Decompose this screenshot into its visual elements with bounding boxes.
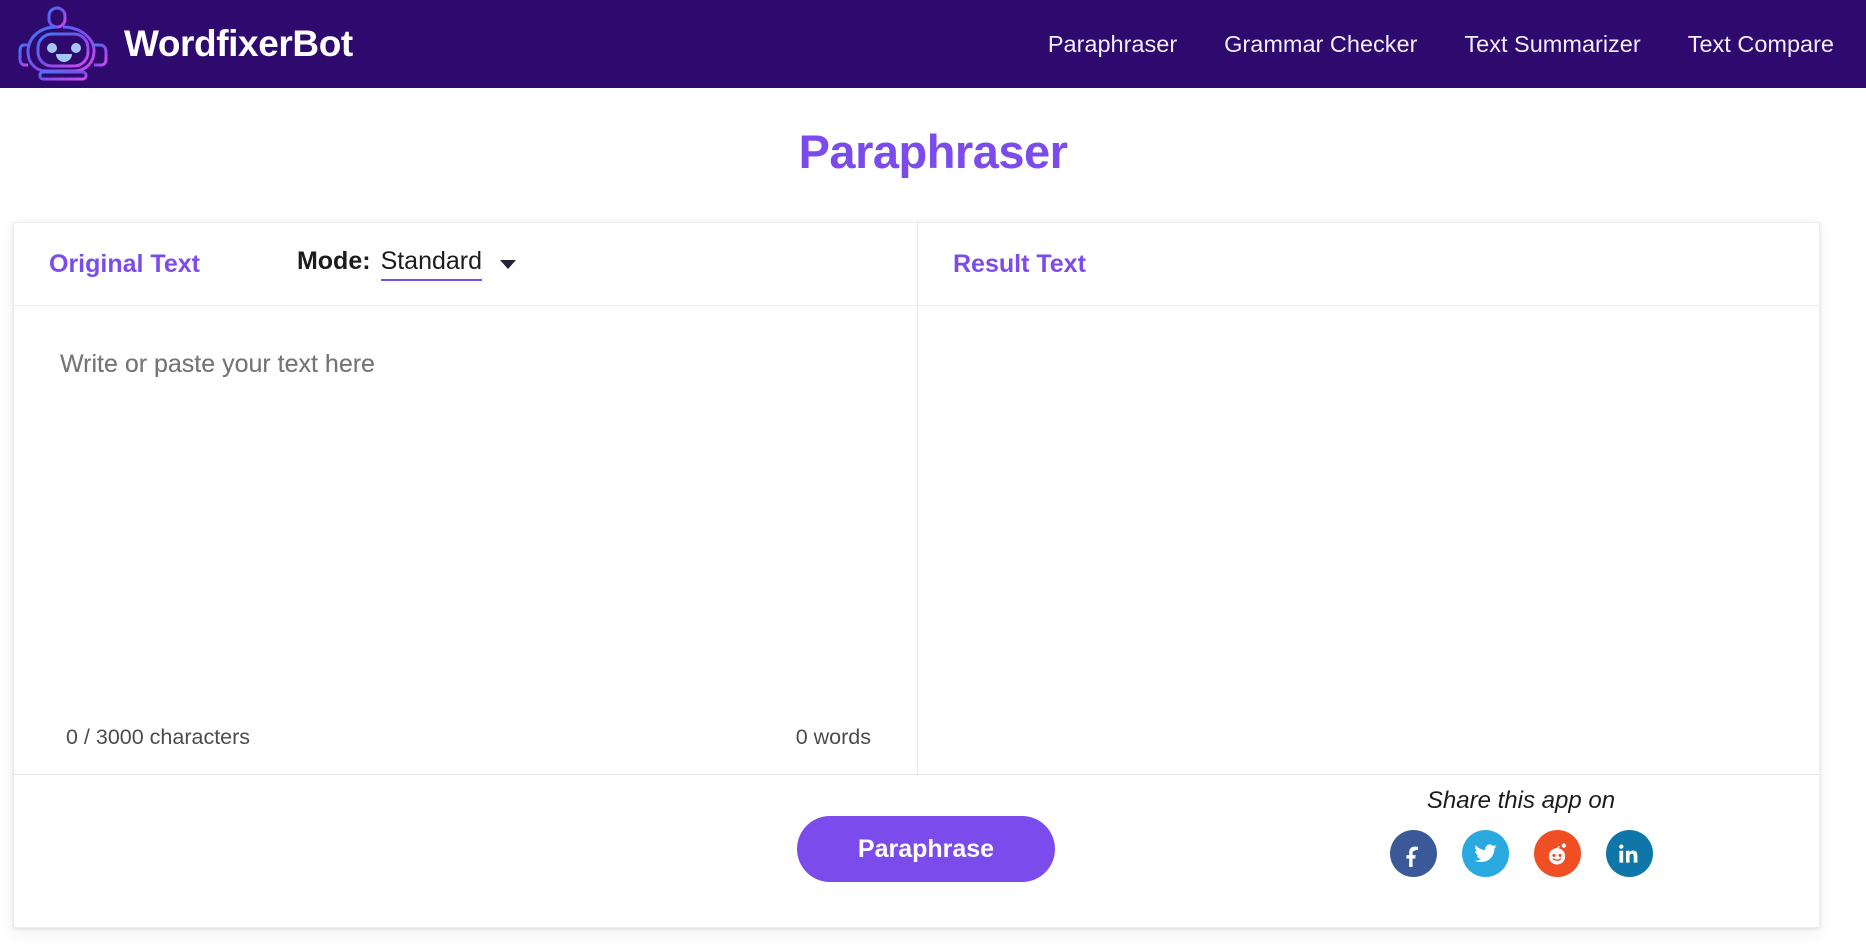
original-text-counters: 0 / 3000 characters 0 words [14,700,917,774]
linkedin-icon[interactable] [1605,830,1653,877]
robot-head-icon [18,6,108,81]
main-nav: Paraphraser Grammar Checker Text Summari… [1048,31,1866,58]
page-title: Paraphraser [798,125,1068,178]
share-label: Share this app on [1426,787,1616,814]
nav-item-paraphraser[interactable]: Paraphraser [1048,31,1177,58]
nav-item-text-compare[interactable]: Text Compare [1688,31,1834,58]
mode-selector[interactable]: Mode: Standard [296,247,517,281]
result-text-pane: Result Text [918,223,1819,774]
character-count: 0 / 3000 characters [66,724,251,749]
facebook-icon[interactable] [1389,830,1437,877]
result-pane-header: Result Text [918,223,1819,306]
result-text-body[interactable] [918,306,1819,774]
word-count: 0 words [795,724,871,749]
paraphrase-button[interactable]: Paraphrase [797,816,1055,882]
mode-label: Mode: [296,247,371,275]
result-text-title: Result Text [953,249,1086,278]
original-pane-header: Original Text Mode: Standard [14,223,917,306]
original-text-body: Write or paste your text here [14,306,917,700]
nav-item-grammar-checker[interactable]: Grammar Checker [1224,31,1417,58]
share-block: Share this app on [1371,787,1671,877]
chevron-down-icon[interactable] [500,259,517,269]
brand-name: WordfixerBot [124,23,353,64]
original-text-title: Original Text [49,249,200,278]
top-navigation-bar: WordfixerBot Paraphraser Grammar Checker… [0,0,1866,88]
nav-item-text-summarizer[interactable]: Text Summarizer [1464,31,1640,58]
card-footer: Paraphrase Share this app on [14,775,1819,928]
editor-panes: Original Text Mode: Standard Write or pa… [14,223,1819,775]
mode-value[interactable]: Standard [380,247,483,281]
result-text-output [918,306,1819,774]
reddit-icon[interactable] [1533,830,1581,877]
original-text-input[interactable] [14,306,917,700]
paraphraser-card: Original Text Mode: Standard Write or pa… [13,222,1820,928]
brand-logo[interactable]: WordfixerBot [18,0,353,88]
twitter-icon[interactable] [1461,830,1509,877]
share-icons [1371,830,1671,877]
original-text-pane: Original Text Mode: Standard Write or pa… [14,223,918,774]
